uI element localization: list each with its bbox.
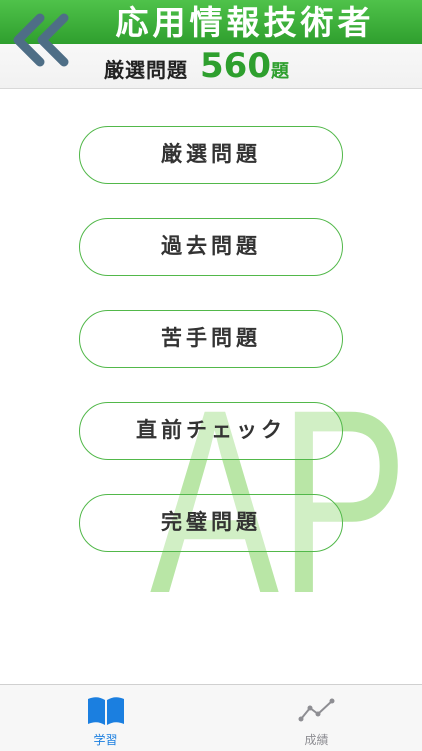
tab-results-label: 成績	[304, 733, 329, 747]
tab-learn[interactable]: 学習	[0, 685, 211, 751]
question-count-unit: 題	[270, 61, 289, 82]
line-chart-icon	[298, 698, 334, 722]
tab-learn-label: 学習	[93, 733, 118, 747]
question-count: 560	[200, 46, 271, 86]
tab-results[interactable]: 成績	[211, 685, 422, 751]
final-check-button[interactable]: 直前チェック	[79, 402, 343, 460]
back-button[interactable]	[10, 12, 72, 68]
app-title: 応用情報技術者	[115, 3, 375, 42]
curated-questions-button[interactable]: 厳選問題	[79, 126, 343, 184]
app-header: 応用情報技術者 厳選問題 560題	[0, 0, 422, 89]
book-icon	[87, 697, 124, 725]
subtitle-label: 厳選問題	[104, 58, 188, 82]
study-menu: 厳選問題 過去問題 苦手問題 直前チェック 完璧問題	[79, 126, 343, 586]
mastered-questions-button[interactable]: 完璧問題	[79, 494, 343, 552]
double-chevron-left-icon	[13, 13, 69, 67]
tab-bar: 学習 成績	[0, 684, 422, 751]
question-count-banner: 厳選問題 560題	[104, 46, 289, 86]
weak-questions-button[interactable]: 苦手問題	[79, 310, 343, 368]
past-questions-button[interactable]: 過去問題	[79, 218, 343, 276]
